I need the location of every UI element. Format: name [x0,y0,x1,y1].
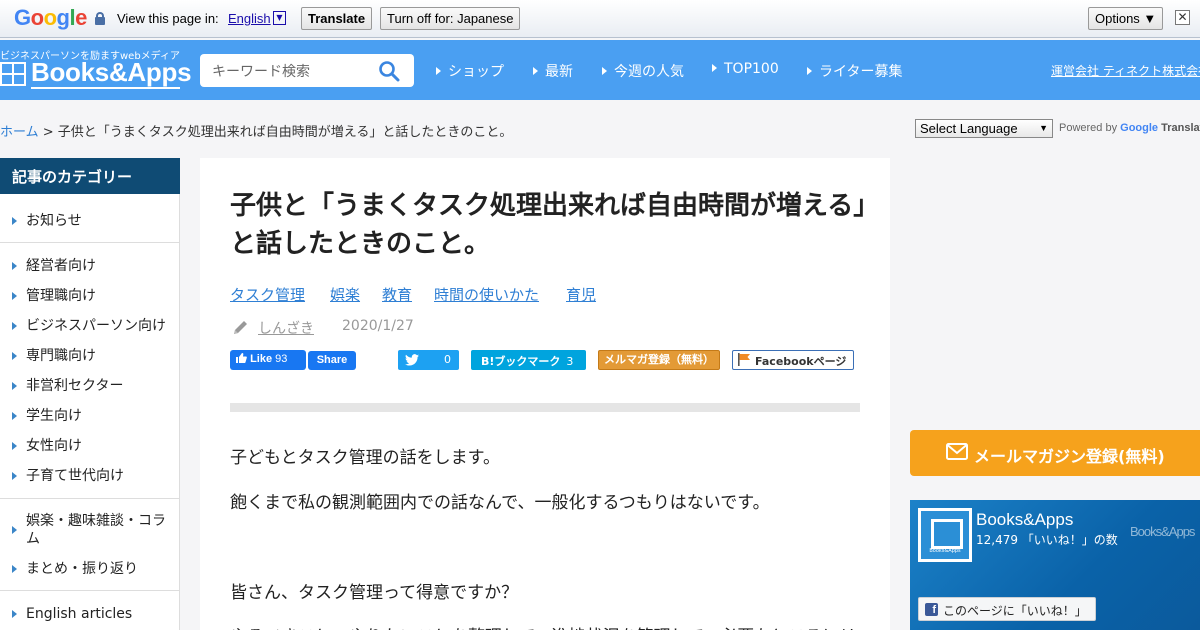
facebook-share-button[interactable]: Share [308,351,356,370]
chevron-right-icon [12,382,17,390]
powered-by-google: Powered by Google Translate [1059,122,1200,134]
nav-arrow-icon [602,67,607,75]
books-apps-logo-icon[interactable] [0,62,26,86]
article-title: 子供と「うまくタスク処理出来れば自由時間が増える」と話したときのこと。 [230,191,867,259]
tweet-count: 0 [444,353,451,366]
breadcrumb-current: 子供と「うまくタスク処理出来れば自由時間が増える」と話したときのこと。 [57,125,513,140]
sidebar-item-english[interactable]: English articles [12,605,132,623]
nav-arrow-icon [807,67,812,75]
search-icon[interactable] [378,60,400,82]
article-paragraph: やるべきこと・やりたいことを整理して、進捗状況を管理して、必要なところにリ [230,622,856,630]
sidebar-divider [0,590,180,591]
article-paragraph: 子どもとタスク管理の話をします。 [230,448,500,468]
chevron-right-icon [12,262,17,270]
sidebar-title: 記事のカテゴリー [0,158,180,194]
chevron-right-icon [12,217,17,225]
tag-education[interactable]: 教育 [382,284,412,305]
sidebar-item-women[interactable]: 女性向け [12,437,82,455]
facebook-page-name[interactable]: Books&Apps [976,510,1073,530]
nav-top100[interactable]: TOP100 [712,61,779,77]
nav-arrow-icon [533,67,538,75]
breadcrumb-home[interactable]: ホーム [0,125,39,140]
article-divider [230,403,860,412]
turn-off-button[interactable]: Turn off for: Japanese [380,7,521,30]
thumbs-up-icon [236,353,247,363]
sidebar-divider [0,242,180,243]
sidebar-item-specialists[interactable]: 専門職向け [12,347,96,365]
twitter-icon [405,354,419,366]
site-logo[interactable]: Books&Apps [31,57,192,88]
author-link[interactable]: しんざき [258,318,314,338]
sidebar-item-business[interactable]: ビジネスパーソン向け [12,317,166,335]
facebook-like-page-button[interactable]: このページに「いいね！」 [918,597,1096,621]
tag-time-usage[interactable]: 時間の使いかた [434,284,539,305]
sidebar-item-news[interactable]: お知らせ [12,212,82,230]
chevron-right-icon [12,610,17,618]
chevron-right-icon [12,442,17,450]
pencil-icon [234,321,247,334]
company-link[interactable]: 運営会社 ティネクト株式会社 [1051,62,1200,79]
article-paragraph: 皆さん、タスク管理って得意ですか？ [230,583,519,603]
tag-parenting[interactable]: 育児 [566,284,596,305]
google-logo: Google [14,5,87,30]
nav-latest[interactable]: 最新 [533,61,573,81]
chevron-right-icon [12,526,17,534]
hatena-bookmark-button[interactable]: B!ブックマーク 3 [471,350,586,370]
language-select[interactable]: Select Language ▼ [915,119,1053,138]
facebook-page-avatar[interactable]: Books&Apps [918,508,972,562]
sidebar-item-parents[interactable]: 子育て世代向け [12,467,124,485]
tweet-button[interactable]: 0 [398,350,459,370]
chevron-right-icon [12,352,17,360]
facebook-like-button[interactable]: Like 93 [230,350,306,370]
tag-entertainment[interactable]: 娯楽 [330,284,360,305]
logo-underline [31,87,180,89]
publish-date: 2020/1/27 [342,318,414,334]
nav-arrow-icon [712,64,717,72]
close-icon[interactable]: ✕ [1175,10,1190,25]
facebook-cover-watermark: Books&Apps [1130,524,1195,539]
chevron-right-icon [12,322,17,330]
search-input[interactable] [212,61,372,81]
view-page-label: View this page in: [117,11,219,26]
flag-icon [738,353,750,366]
chevron-down-icon: ▼ [1039,123,1048,133]
envelope-icon [946,443,968,460]
facebook-likes-count: 12,479 「いいね！」の数 [976,533,1118,547]
facebook-icon: f [925,603,938,616]
sidebar-item-nonprofit[interactable]: 非営利セクター [12,377,123,395]
chevron-right-icon [12,412,17,420]
nav-arrow-icon [436,67,441,75]
chevron-right-icon [12,292,17,300]
translate-button[interactable]: Translate [301,7,373,30]
sidebar-item-entertainment[interactable]: 娯楽・趣味雑談・コラム [12,512,172,548]
chevron-right-icon [12,472,17,480]
chevron-right-icon [12,565,17,573]
translate-language-link[interactable]: English [228,11,271,26]
sidebar-item-students[interactable]: 学生向け [12,407,82,425]
nav-writer-recruit[interactable]: ライター募集 [807,61,902,81]
sidebar-divider [0,498,180,499]
sidebar-item-managers[interactable]: 管理職向け [12,287,96,305]
mailmag-register-button[interactable]: メルマガ登録（無料） [598,350,720,370]
article-paragraph: 飽くまで私の観測範囲内での話なんで、一般化するつもりはないです。 [230,493,770,513]
nav-weekly-popular[interactable]: 今週の人気 [602,61,684,81]
sidebar-item-executives[interactable]: 経営者向け [12,257,96,275]
language-dropdown-icon[interactable]: ▼ [273,11,286,25]
lock-icon [95,12,105,25]
options-button[interactable]: Options ▼ [1088,7,1164,30]
breadcrumb: ホーム > 子供と「うまくタスク処理出来れば自由時間が増える」と話したときのこと… [0,125,513,140]
sidebar-item-summary[interactable]: まとめ・振り返り [12,560,138,578]
tag-task-management[interactable]: タスク管理 [230,284,305,305]
nav-shop[interactable]: ショップ [436,61,504,81]
